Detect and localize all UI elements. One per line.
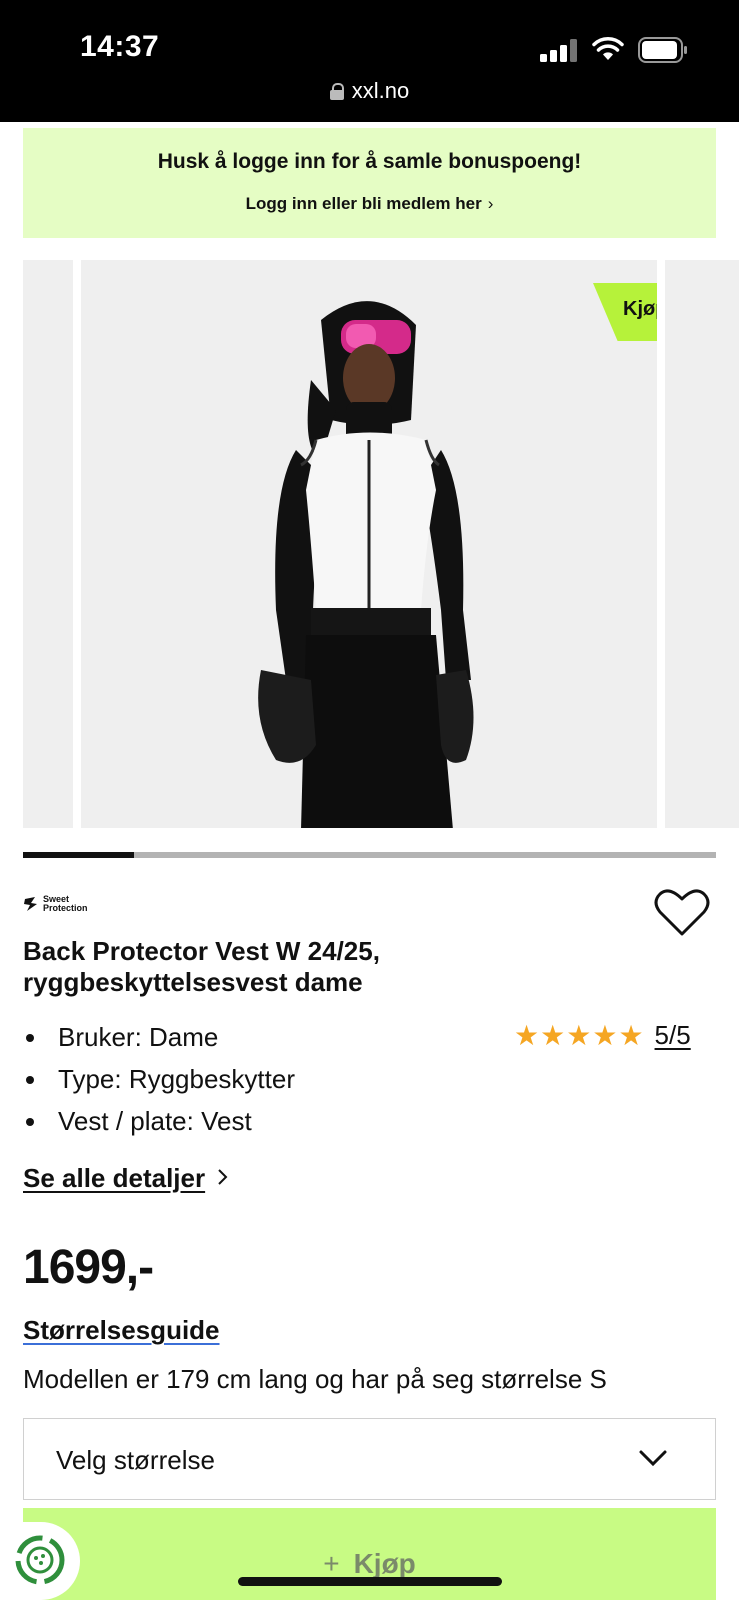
product-gallery[interactable]: Kjøp 2, få 40%* (0, 260, 739, 830)
plus-icon: + (323, 1548, 340, 1579)
login-link[interactable]: Logg inn eller bli medlem her › (23, 194, 716, 214)
chevron-down-icon (639, 1450, 667, 1467)
product-title: Back Protector Vest W 24/25, ryggbeskytt… (23, 936, 380, 997)
status-bar: 14:37 xxl.no (0, 0, 739, 122)
brand-name: Sweet Protection (43, 894, 88, 913)
promo-badge: Kjøp 2, få 40%* (593, 283, 657, 341)
rating-link[interactable]: 5/5 (655, 1020, 691, 1051)
star-icon: ★ (592, 1019, 618, 1051)
wifi-icon (592, 37, 624, 60)
url-text: xxl.no (351, 78, 410, 103)
chevron-right-icon: › (487, 194, 494, 213)
url-bar[interactable]: xxl.no (0, 78, 739, 104)
battery-icon (638, 37, 687, 63)
size-select-label: Velg størrelse (56, 1445, 215, 1475)
signal-icon (540, 38, 578, 62)
brand-logo[interactable]: Sweet Protection (23, 893, 103, 915)
feature-list: Bruker: Dame Type: Ryggbeskytter Vest / … (23, 1016, 295, 1142)
buy-button-label: + Kjøp (23, 1548, 716, 1580)
feature-item: Vest / plate: Vest (23, 1100, 295, 1142)
login-link-label: Logg inn eller bli medlem her (245, 194, 482, 213)
product-image[interactable]: Kjøp 2, få 40%* (81, 260, 657, 828)
banner-title: Husk å logge inn for å samle bonuspoeng! (157, 150, 582, 173)
buy-button-text: Kjøp (353, 1548, 416, 1579)
model-info-text: Modellen er 179 cm lang og har på seg st… (23, 1364, 607, 1394)
gallery-progress-fill (23, 852, 134, 858)
gallery-progress-bar (23, 852, 716, 858)
heart-icon[interactable] (654, 886, 710, 938)
gallery-previous-slide[interactable] (23, 260, 73, 828)
status-time: 14:37 (80, 30, 160, 63)
buy-button[interactable]: + Kjøp (23, 1508, 716, 1600)
feature-item: Type: Ryggbeskytter (23, 1058, 295, 1100)
model-photo (258, 301, 474, 828)
size-select[interactable]: Velg størrelse (23, 1418, 716, 1500)
lock-icon (329, 83, 344, 100)
chevron-right-icon (218, 1169, 228, 1185)
recycle-icon (15, 1535, 65, 1585)
feature-item: Bruker: Dame (23, 1016, 295, 1058)
star-icon: ★ (540, 1019, 566, 1051)
size-guide-link[interactable]: Størrelsesguide (23, 1315, 220, 1346)
star-icon: ★ (566, 1019, 592, 1051)
eco-badge[interactable] (0, 1522, 80, 1600)
bonus-banner: Husk å logge inn for å samle bonuspoeng!… (23, 128, 716, 238)
promo-badge-text: Kjøp 2, få 40%* (623, 298, 657, 320)
price: 1699,- (23, 1241, 154, 1294)
star-icon: ★ (514, 1019, 540, 1051)
star-icon: ★ (618, 1019, 644, 1051)
gallery-next-slide[interactable] (665, 260, 739, 828)
see-all-details-link[interactable]: Se alle detaljer (23, 1163, 205, 1194)
home-indicator (238, 1577, 502, 1586)
rating[interactable]: ★ ★ ★ ★ ★ 5/5 (514, 1020, 691, 1051)
brand-mark-icon (24, 897, 37, 911)
